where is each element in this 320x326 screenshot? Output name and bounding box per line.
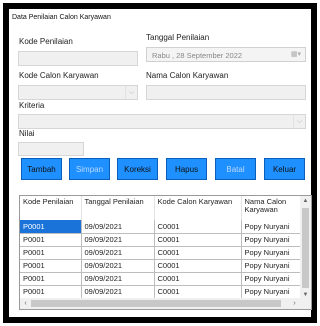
grid-header-row: Kode Penilaian Tanggal Penilaian Kode Ca… xyxy=(20,196,302,220)
nama-calon-label: Nama Calon Karyawan xyxy=(146,71,229,80)
table-row[interactable]: P0001 09/09/2021 C0001 Popy Nuryani xyxy=(20,246,302,260)
table-row[interactable]: P0001 09/09/2021 C0001 Popy Nuryani xyxy=(20,259,302,273)
cell-kode-penilaian[interactable]: P0001 xyxy=(20,285,82,299)
tanggal-penilaian-datepicker[interactable]: Rabu , 28 September 2022 ▦▾ xyxy=(146,47,306,62)
cell-nama-calon[interactable]: Popy Nuryani xyxy=(241,246,302,260)
horizontal-scrollbar[interactable]: ‹ › xyxy=(20,298,311,309)
tambah-button[interactable]: Tambah xyxy=(21,158,62,180)
tanggal-penilaian-value: Rabu , 28 September 2022 xyxy=(152,51,243,60)
window-title: Data Penilaian Calon Karyawan xyxy=(12,14,111,21)
cell-tanggal[interactable]: 09/09/2021 xyxy=(81,246,155,260)
table-row[interactable]: P0001 09/09/2021 C0001 Popy Nuryani xyxy=(20,272,302,286)
vertical-scroll-thumb[interactable] xyxy=(302,208,309,288)
cell-kode-penilaian[interactable]: P0001 xyxy=(20,220,82,234)
nilai-field[interactable] xyxy=(18,142,84,156)
kode-calon-combo[interactable]: ⌵ xyxy=(18,85,138,100)
cell-tanggal[interactable]: 09/09/2021 xyxy=(81,259,155,273)
cell-kode-calon[interactable]: C0001 xyxy=(154,233,242,247)
cell-kode-penilaian[interactable]: P0001 xyxy=(20,233,82,247)
table-row[interactable]: P0001 09/09/2021 C0001 Popy Nuryani xyxy=(20,233,302,247)
cell-kode-calon[interactable]: C0001 xyxy=(154,285,242,299)
chevron-down-icon[interactable]: ⌵ xyxy=(125,86,137,99)
cell-kode-calon[interactable]: C0001 xyxy=(154,246,242,260)
kriteria-label: Kriteria xyxy=(19,101,45,110)
grid-table: Kode Penilaian Tanggal Penilaian Kode Ca… xyxy=(20,196,302,299)
hapus-button[interactable]: Hapus xyxy=(166,158,207,180)
batal-button[interactable]: Batal xyxy=(215,158,256,180)
chevron-down-icon[interactable]: ⌵ xyxy=(293,115,305,128)
cell-tanggal[interactable]: 09/09/2021 xyxy=(81,220,155,234)
nama-calon-field[interactable] xyxy=(146,85,306,100)
cell-kode-calon[interactable]: C0001 xyxy=(154,259,242,273)
cell-kode-penilaian[interactable]: P0001 xyxy=(20,246,82,260)
form-window: Data Penilaian Calon Karyawan Kode Penil… xyxy=(9,9,312,317)
scroll-left-icon[interactable]: ‹ xyxy=(20,298,31,309)
nilai-label: Nilai xyxy=(19,129,35,138)
horizontal-scroll-thumb[interactable] xyxy=(31,300,281,307)
tanggal-penilaian-label: Tanggal Penilaian xyxy=(146,33,210,42)
cell-kode-calon[interactable]: C0001 xyxy=(154,272,242,286)
cell-nama-calon[interactable]: Popy Nuryani xyxy=(241,233,302,247)
cell-tanggal[interactable]: 09/09/2021 xyxy=(81,233,155,247)
cell-nama-calon[interactable]: Popy Nuryani xyxy=(241,220,302,234)
column-header-tanggal-penilaian[interactable]: Tanggal Penilaian xyxy=(81,196,155,220)
column-header-nama-calon[interactable]: Nama Calon Karyawan xyxy=(241,196,302,220)
scroll-right-icon[interactable]: › xyxy=(289,298,300,309)
window-frame: Data Penilaian Calon Karyawan Kode Penil… xyxy=(3,3,317,323)
kriteria-combo[interactable]: ⌵ xyxy=(18,114,306,129)
calendar-icon[interactable]: ▦▾ xyxy=(289,50,303,60)
cell-nama-calon[interactable]: Popy Nuryani xyxy=(241,285,302,299)
table-row[interactable]: P0001 09/09/2021 C0001 Popy Nuryani xyxy=(20,285,302,299)
keluar-button[interactable]: Keluar xyxy=(264,158,305,180)
cell-kode-penilaian[interactable]: P0001 xyxy=(20,272,82,286)
column-header-kode-penilaian[interactable]: Kode Penilaian xyxy=(20,196,82,220)
cell-kode-calon[interactable]: C0001 xyxy=(154,220,242,234)
scroll-up-icon[interactable]: ▲ xyxy=(300,196,311,206)
column-header-kode-calon[interactable]: Kode Calon Karyawan xyxy=(154,196,242,220)
kode-calon-label: Kode Calon Karyawan xyxy=(19,71,99,80)
cell-tanggal[interactable]: 09/09/2021 xyxy=(81,272,155,286)
kode-penilaian-label: Kode Penilaian xyxy=(19,37,73,46)
kode-penilaian-field[interactable] xyxy=(18,51,138,66)
cell-nama-calon[interactable]: Popy Nuryani xyxy=(241,272,302,286)
vertical-scrollbar[interactable]: ▲ ▼ xyxy=(300,196,311,300)
simpan-button[interactable]: Simpan xyxy=(69,158,110,180)
koreksi-button[interactable]: Koreksi xyxy=(117,158,158,180)
cell-kode-penilaian[interactable]: P0001 xyxy=(20,259,82,273)
table-row[interactable]: P0001 09/09/2021 C0001 Popy Nuryani xyxy=(20,220,302,234)
data-grid[interactable]: Kode Penilaian Tanggal Penilaian Kode Ca… xyxy=(19,195,312,310)
cell-tanggal[interactable]: 09/09/2021 xyxy=(81,285,155,299)
cell-nama-calon[interactable]: Popy Nuryani xyxy=(241,259,302,273)
